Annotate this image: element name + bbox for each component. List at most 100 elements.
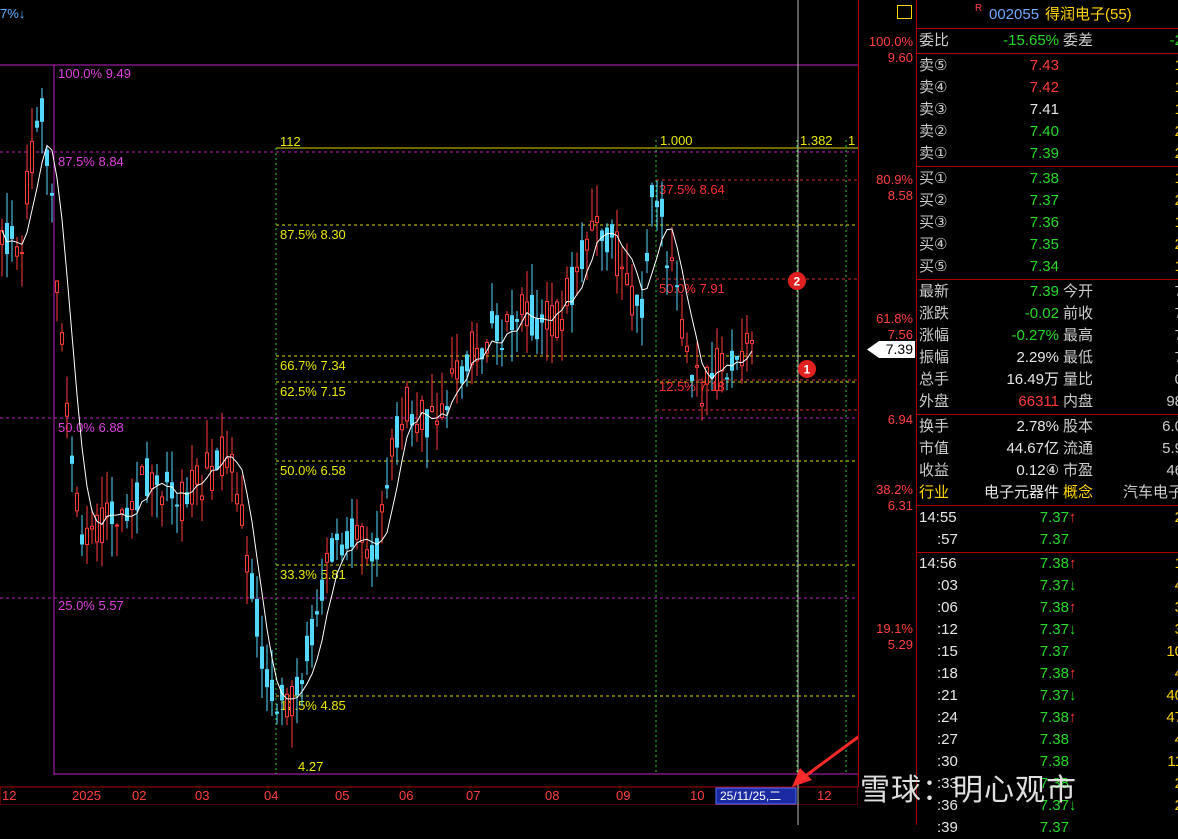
candle-body <box>190 469 194 505</box>
bid-row: 买⑤ 7.34 1 <box>917 256 1178 278</box>
price-axis-label: 100.0% <box>868 34 913 49</box>
stock-name[interactable]: 得润电子(55) <box>1045 4 1132 26</box>
candle-body <box>640 298 644 318</box>
candle-body <box>120 509 124 515</box>
x-axis-label: 04 <box>264 788 278 803</box>
candle-body <box>650 185 654 198</box>
ask-level-label: 卖① <box>919 145 948 162</box>
current-price-tag: 7.39 <box>867 341 915 358</box>
price-axis-label: 19.1% <box>876 621 913 636</box>
candle-body <box>40 98 44 122</box>
x-axis-label: 12 <box>2 788 16 803</box>
time-fib-label: 1.000 <box>660 133 693 148</box>
bid-level-label: 买③ <box>919 214 948 231</box>
candlestick-chart-area[interactable]: 1220250203040506070809101225/11/25,二日线X1… <box>0 0 858 825</box>
ask-price: 7.43 <box>1029 57 1059 74</box>
candle-body <box>625 273 629 286</box>
stock-header: R 002055 得润电子(55) <box>917 3 1178 26</box>
candle-body <box>180 481 184 522</box>
candle-body <box>545 301 549 330</box>
bid-price: 7.35 <box>1029 236 1059 253</box>
quote-value-2: 0 <box>1175 369 1178 391</box>
x-axis-label: 2025 <box>72 788 101 803</box>
ask-price: 7.39 <box>1029 145 1059 162</box>
quote-value-2: 7 <box>1175 347 1178 369</box>
axis-box-icon[interactable] <box>897 5 912 19</box>
candle-body <box>610 224 614 238</box>
tick-price: 7.37 <box>1039 819 1069 836</box>
ask-level-label: 卖③ <box>919 101 948 118</box>
candle-body <box>165 471 169 483</box>
candle-body <box>330 538 334 562</box>
price-axis-label: 6.94 <box>887 412 913 427</box>
quote-label: 最新 <box>919 283 950 300</box>
fib-magenta-label: 100.0% 9.49 <box>58 66 131 81</box>
tick-price: 7.38 <box>1039 731 1069 748</box>
quote-value: -0.02 <box>1024 305 1059 322</box>
candle-body <box>150 472 154 490</box>
fib-yellow-label: 62.5% 7.15 <box>280 384 346 399</box>
fundamental-value-2: 5.9 <box>1162 440 1178 457</box>
candle-body <box>65 402 69 417</box>
tick-volume: 47 <box>1166 709 1178 726</box>
candle-body <box>695 365 699 368</box>
candle-body <box>665 265 669 269</box>
candle-body <box>205 452 209 469</box>
candle-body <box>570 266 574 305</box>
x-axis-label: 03 <box>195 788 209 803</box>
tick-direction: ↑ <box>1069 665 1077 682</box>
quote-panel: R 002055 得润电子(55) 委比-15.65%委差-2卖⑤7.431卖④… <box>916 0 1178 836</box>
panel-divider <box>917 279 1178 280</box>
tick-time: :21 <box>937 687 958 704</box>
quote-value: 7.39 <box>1029 283 1059 300</box>
candle-body <box>270 679 274 702</box>
candle-body <box>680 319 684 339</box>
tick-direction: ↓ <box>1069 577 1077 594</box>
candle-body <box>350 518 354 547</box>
xueqiu-watermark: 雪球：明心观市 <box>860 773 1077 808</box>
fundamental-label: 收益 <box>919 462 950 479</box>
candle-body <box>175 504 179 507</box>
tick-time: :12 <box>937 621 958 638</box>
tick-row: 14:55 7.37↑ 2 <box>917 507 1178 529</box>
fundamental-value: 2.78% <box>1016 418 1059 435</box>
tick-price: 7.37 <box>1039 687 1069 704</box>
candle-body <box>595 215 599 224</box>
candlestick-chart[interactable]: 1220250203040506070809101225/11/25,二日线X1… <box>0 0 858 825</box>
candle-body <box>520 294 524 316</box>
order-diff-value: -2 <box>1169 32 1178 49</box>
ask-level-label: 卖④ <box>919 79 948 96</box>
fib-magenta-label: 25.0% 5.57 <box>58 598 124 613</box>
x-axis-label: 05 <box>335 788 349 803</box>
candle-body <box>345 531 349 549</box>
candle-body <box>495 315 499 342</box>
candle-body <box>250 573 254 599</box>
annotation-marker-label: 1 <box>804 363 811 377</box>
quote-label-2: 量比 <box>1063 371 1094 388</box>
candle-body <box>370 545 374 562</box>
order-ratio-row: 委比 -15.65%委差 -2 <box>917 30 1178 52</box>
bid-row: 买② 7.37 2 <box>917 190 1178 212</box>
candle-body <box>240 504 244 526</box>
candle-body <box>660 198 664 217</box>
candle-body <box>735 355 739 360</box>
tick-time: 14:56 <box>919 555 957 572</box>
candle-body <box>125 507 129 521</box>
tick-direction: ↑ <box>1069 709 1077 726</box>
candle-body <box>375 538 379 560</box>
bid-price: 7.36 <box>1029 214 1059 231</box>
candle-body <box>60 332 64 345</box>
candle-body <box>590 220 594 231</box>
bid-volume: 2 <box>1175 190 1178 212</box>
tick-price: 7.37 <box>1039 643 1069 660</box>
tick-time: :18 <box>937 665 958 682</box>
quote-label-2: 最低 <box>1063 349 1094 366</box>
margin-marker: R <box>975 3 983 14</box>
candle-body <box>140 466 144 476</box>
candle-body <box>500 348 504 351</box>
candle-body <box>670 257 674 262</box>
ask-price: 7.40 <box>1029 123 1059 140</box>
tick-row: :12 7.37↓ 3 <box>917 619 1178 641</box>
quote-value: 2.29% <box>1016 349 1059 366</box>
bid-volume: 1 <box>1175 256 1178 278</box>
